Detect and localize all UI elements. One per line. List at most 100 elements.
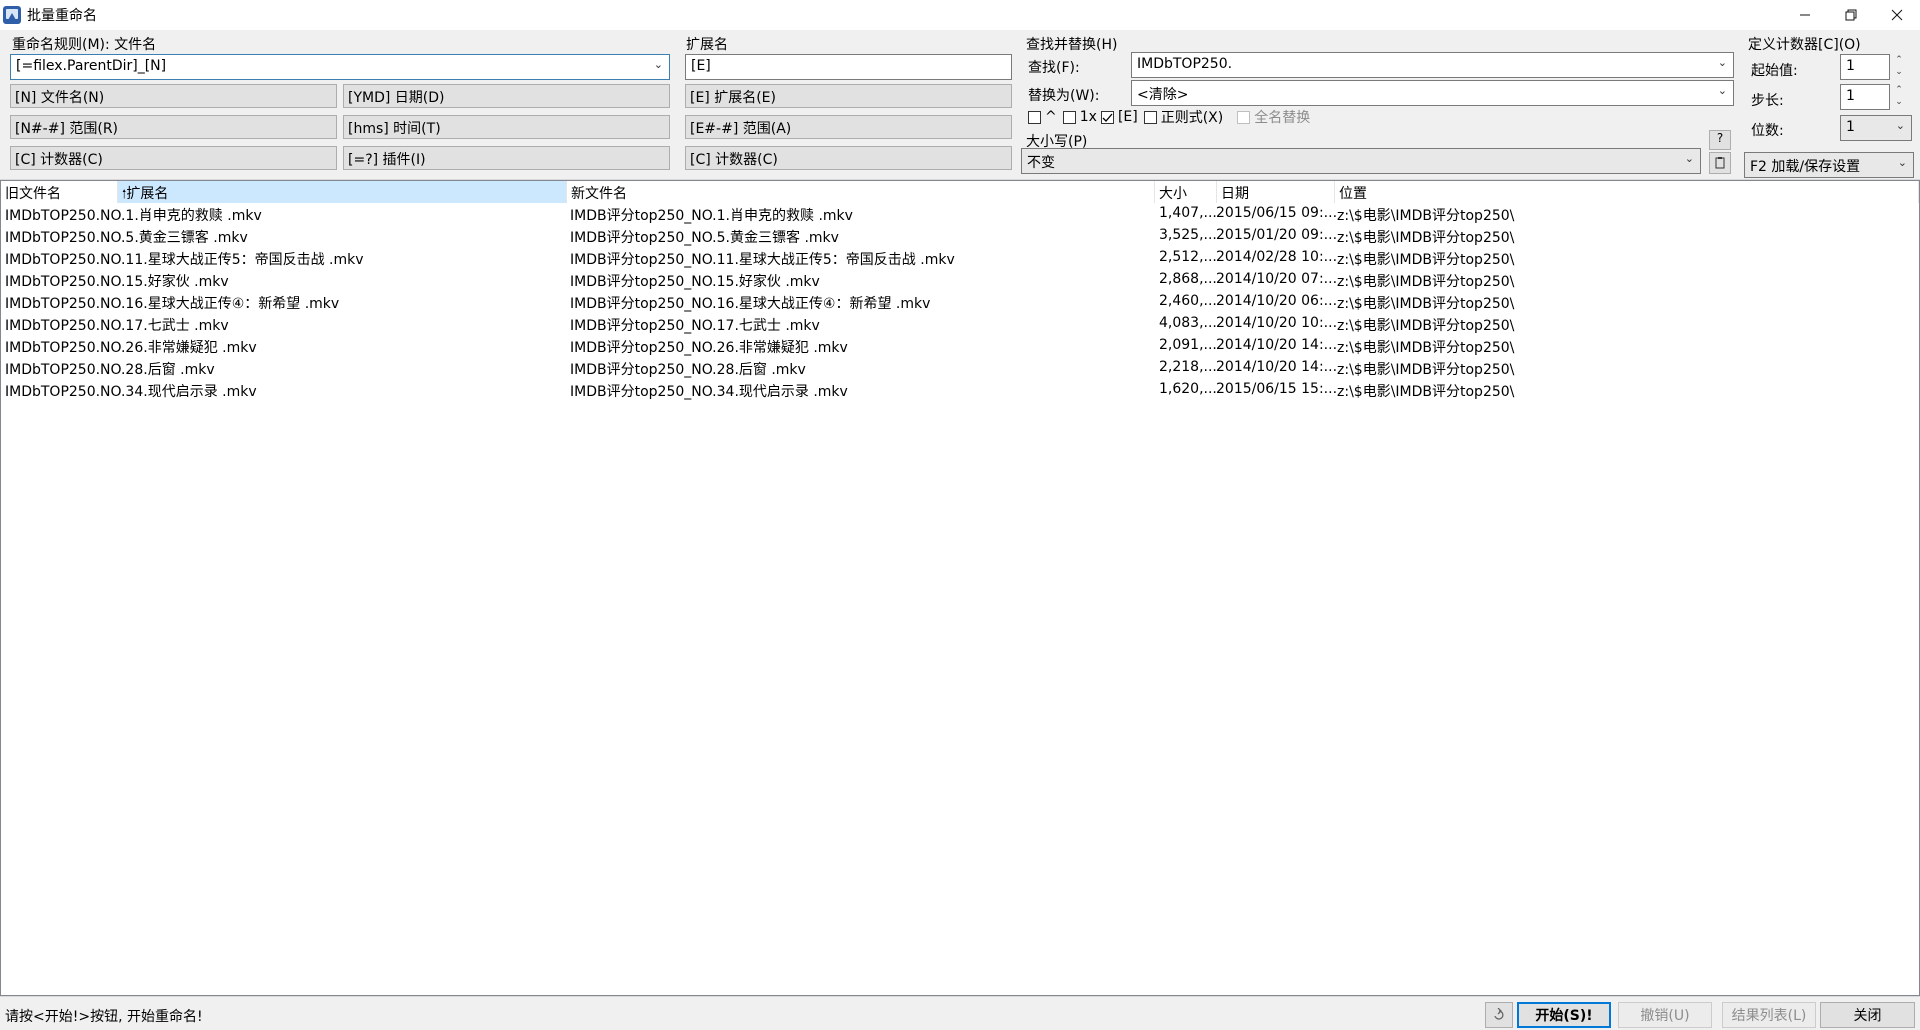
insert-plugin-button[interactable]: [=?] 插件(I): [343, 146, 670, 170]
table-row[interactable]: IMDbTOP250.NO.28.后窗 .mkv IMDB评分top250_NO.…: [1, 357, 1919, 379]
chevron-down-icon[interactable]: ⌄: [1718, 56, 1727, 69]
location-cell: z:\$电影\IMDB评分top250\: [1337, 208, 1515, 224]
table-row[interactable]: IMDbTOP250.NO.17.七武士 .mkv IMDB评分top250_NO…: [1, 313, 1919, 335]
1x-checkbox[interactable]: [1062, 110, 1076, 124]
file-list[interactable]: 旧文件名 🠑扩展名 新文件名 大小 日期 位置 IMDbTOP250.NO.1.…: [0, 180, 1920, 996]
column-header-date[interactable]: 日期: [1217, 181, 1335, 203]
caret-checkbox[interactable]: [1028, 110, 1041, 124]
counter-step-input[interactable]: 1: [1840, 84, 1890, 110]
counter-digits-select[interactable]: 1 ⌄: [1840, 115, 1912, 141]
insert-range-button[interactable]: [N#-#] 范围(R): [10, 115, 337, 139]
status-bar: 请按<开始!>按钮, 开始重命名! 开始(S)! 撤销(U) 结果列表(L) 关…: [0, 996, 1920, 1030]
insert-ext-counter-button[interactable]: [C] 计数器(C): [685, 146, 1012, 170]
regex-option-label: 正则式(X): [1160, 110, 1224, 126]
new-filename-cell: IMDB评分top250_NO.28.后窗 .mkv: [570, 362, 806, 378]
column-header-extension[interactable]: 🠑扩展名: [118, 181, 567, 203]
close-button[interactable]: 关闭: [1820, 1002, 1915, 1028]
location-cell: z:\$电影\IMDB评分top250\: [1337, 274, 1515, 290]
table-row[interactable]: IMDbTOP250.NO.5.黄金三镖客 .mkv IMDB评分top250_N…: [1, 225, 1919, 247]
table-row[interactable]: IMDbTOP250.NO.1.肖申克的救赎 .mkv IMDB评分top250_…: [1, 203, 1919, 225]
column-header-new-name[interactable]: 新文件名: [567, 181, 1155, 203]
find-replace-label: 查找并替换(H): [1026, 37, 1118, 53]
counter-digits-value: 1: [1846, 119, 1855, 135]
insert-date-button[interactable]: [YMD] 日期(D): [343, 84, 670, 108]
old-filename-cell: IMDbTOP250.NO.17.七武士 .mkv: [5, 318, 229, 334]
new-filename-cell: IMDB评分top250_NO.16.星球大战正传④：新希望 .mkv: [570, 296, 931, 312]
insert-counter-button[interactable]: [C] 计数器(C): [10, 146, 337, 170]
clipboard-icon: [1715, 157, 1725, 169]
new-filename-cell: IMDB评分top250_NO.15.好家伙 .mkv: [570, 274, 820, 290]
location-cell: z:\$电影\IMDB评分top250\: [1337, 384, 1515, 400]
column-header-old-name[interactable]: 旧文件名: [1, 181, 118, 203]
insert-name-button[interactable]: [N] 文件名(N): [10, 84, 337, 108]
location-cell: z:\$电影\IMDB评分top250\: [1337, 340, 1515, 356]
size-cell: 2,218,...: [1159, 359, 1217, 375]
table-row[interactable]: IMDbTOP250.NO.11.星球大战正传5：帝国反击战 .mkv IMDB评…: [1, 247, 1919, 269]
1x-option-label: 1x: [1079, 109, 1097, 125]
date-cell: 2014/10/20 14:...: [1216, 359, 1338, 375]
date-cell: 2014/10/20 10:...: [1216, 315, 1338, 331]
replace-input[interactable]: <清除> ⌄: [1131, 80, 1734, 106]
new-filename-cell: IMDB评分top250_NO.17.七武士 .mkv: [570, 318, 820, 334]
counter-start-input[interactable]: 1: [1840, 54, 1890, 80]
ext-checkbox[interactable]: [1100, 110, 1114, 124]
rename-rule-input[interactable]: [=filex.ParentDir]_[N] ⌄: [10, 54, 670, 80]
column-header-location[interactable]: 位置: [1335, 181, 1919, 203]
location-cell: z:\$电影\IMDB评分top250\: [1337, 230, 1515, 246]
chevron-down-icon[interactable]: ⌄: [654, 58, 663, 71]
insert-ext-button[interactable]: [E] 扩展名(E): [685, 84, 1012, 108]
extension-input[interactable]: [E]: [685, 54, 1012, 80]
counter-start-spinner[interactable]: ⌃ ⌄: [1892, 54, 1906, 80]
column-header-extension-label: 扩展名: [126, 186, 169, 202]
start-button[interactable]: 开始(S)!: [1517, 1002, 1611, 1028]
title-bar: 批量重命名: [0, 0, 1920, 30]
date-cell: 2015/06/15 15:...: [1216, 381, 1338, 397]
refresh-button[interactable]: [1485, 1002, 1513, 1028]
table-row[interactable]: IMDbTOP250.NO.34.现代启示录 .mkv IMDB评分top250_…: [1, 379, 1919, 401]
app-icon: [2, 5, 22, 25]
size-cell: 3,525,...: [1159, 227, 1217, 243]
chevron-down-icon[interactable]: ⌄: [1898, 156, 1907, 169]
caret-option-label: ^: [1045, 109, 1057, 125]
undo-button[interactable]: 撤销(U): [1618, 1002, 1712, 1028]
fullname-checkbox[interactable]: [1237, 110, 1251, 124]
copy-button[interactable]: [1709, 152, 1731, 174]
date-cell: 2015/06/15 09:...: [1216, 205, 1338, 221]
minimize-icon[interactable]: [1782, 0, 1828, 30]
chevron-down-icon[interactable]: ⌄: [1718, 84, 1727, 97]
chevron-down-icon[interactable]: ⌄: [1896, 119, 1905, 132]
column-header-size[interactable]: 大小: [1155, 181, 1217, 203]
size-cell: 4,083,...: [1159, 315, 1217, 331]
counter-step-label: 步长:: [1751, 93, 1784, 109]
find-input[interactable]: IMDbTOP250. ⌄: [1131, 52, 1734, 78]
case-select[interactable]: 不变 ⌄: [1021, 148, 1701, 174]
case-value: 不变: [1027, 155, 1055, 171]
window-title: 批量重命名: [27, 8, 97, 24]
counter-digits-label: 位数:: [1751, 123, 1784, 139]
counter-step-spinner[interactable]: ⌃ ⌄: [1892, 84, 1906, 110]
old-filename-cell: IMDbTOP250.NO.26.非常嫌疑犯 .mkv: [5, 340, 257, 356]
table-row[interactable]: IMDbTOP250.NO.16.星球大战正传④：新希望 .mkv IMDB评分t…: [1, 291, 1919, 313]
close-icon[interactable]: [1874, 0, 1920, 30]
load-save-settings-select[interactable]: F2 加载/保存设置 ⌄: [1744, 152, 1914, 178]
help-button[interactable]: ?: [1709, 130, 1731, 150]
table-row[interactable]: IMDbTOP250.NO.26.非常嫌疑犯 .mkv IMDB评分top250_…: [1, 335, 1919, 357]
replace-label: 替换为(W):: [1028, 88, 1100, 104]
new-filename-cell: IMDB评分top250_NO.26.非常嫌疑犯 .mkv: [570, 340, 848, 356]
old-filename-cell: IMDbTOP250.NO.15.好家伙 .mkv: [5, 274, 229, 290]
old-filename-cell: IMDbTOP250.NO.11.星球大战正传5：帝国反击战 .mkv: [5, 252, 364, 268]
restore-icon[interactable]: [1828, 0, 1874, 30]
status-message: 请按<开始!>按钮, 开始重命名!: [5, 1009, 203, 1025]
rename-rule-value: [=filex.ParentDir]_[N]: [16, 58, 167, 74]
chevron-down-icon[interactable]: ⌄: [1685, 152, 1694, 165]
size-cell: 1,620,...: [1159, 381, 1217, 397]
insert-ext-range-button[interactable]: [E#-#] 范围(A): [685, 115, 1012, 139]
insert-time-button[interactable]: [hms] 时间(T): [343, 115, 670, 139]
result-list-button[interactable]: 结果列表(L): [1722, 1002, 1816, 1028]
size-cell: 2,460,...: [1159, 293, 1217, 309]
table-row[interactable]: IMDbTOP250.NO.15.好家伙 .mkv IMDB评分top250_NO…: [1, 269, 1919, 291]
date-cell: 2015/01/20 09:...: [1216, 227, 1338, 243]
regex-checkbox[interactable]: [1143, 110, 1157, 124]
fullname-option-label: 全名替换: [1254, 110, 1311, 126]
counter-start-label: 起始值:: [1751, 63, 1798, 79]
